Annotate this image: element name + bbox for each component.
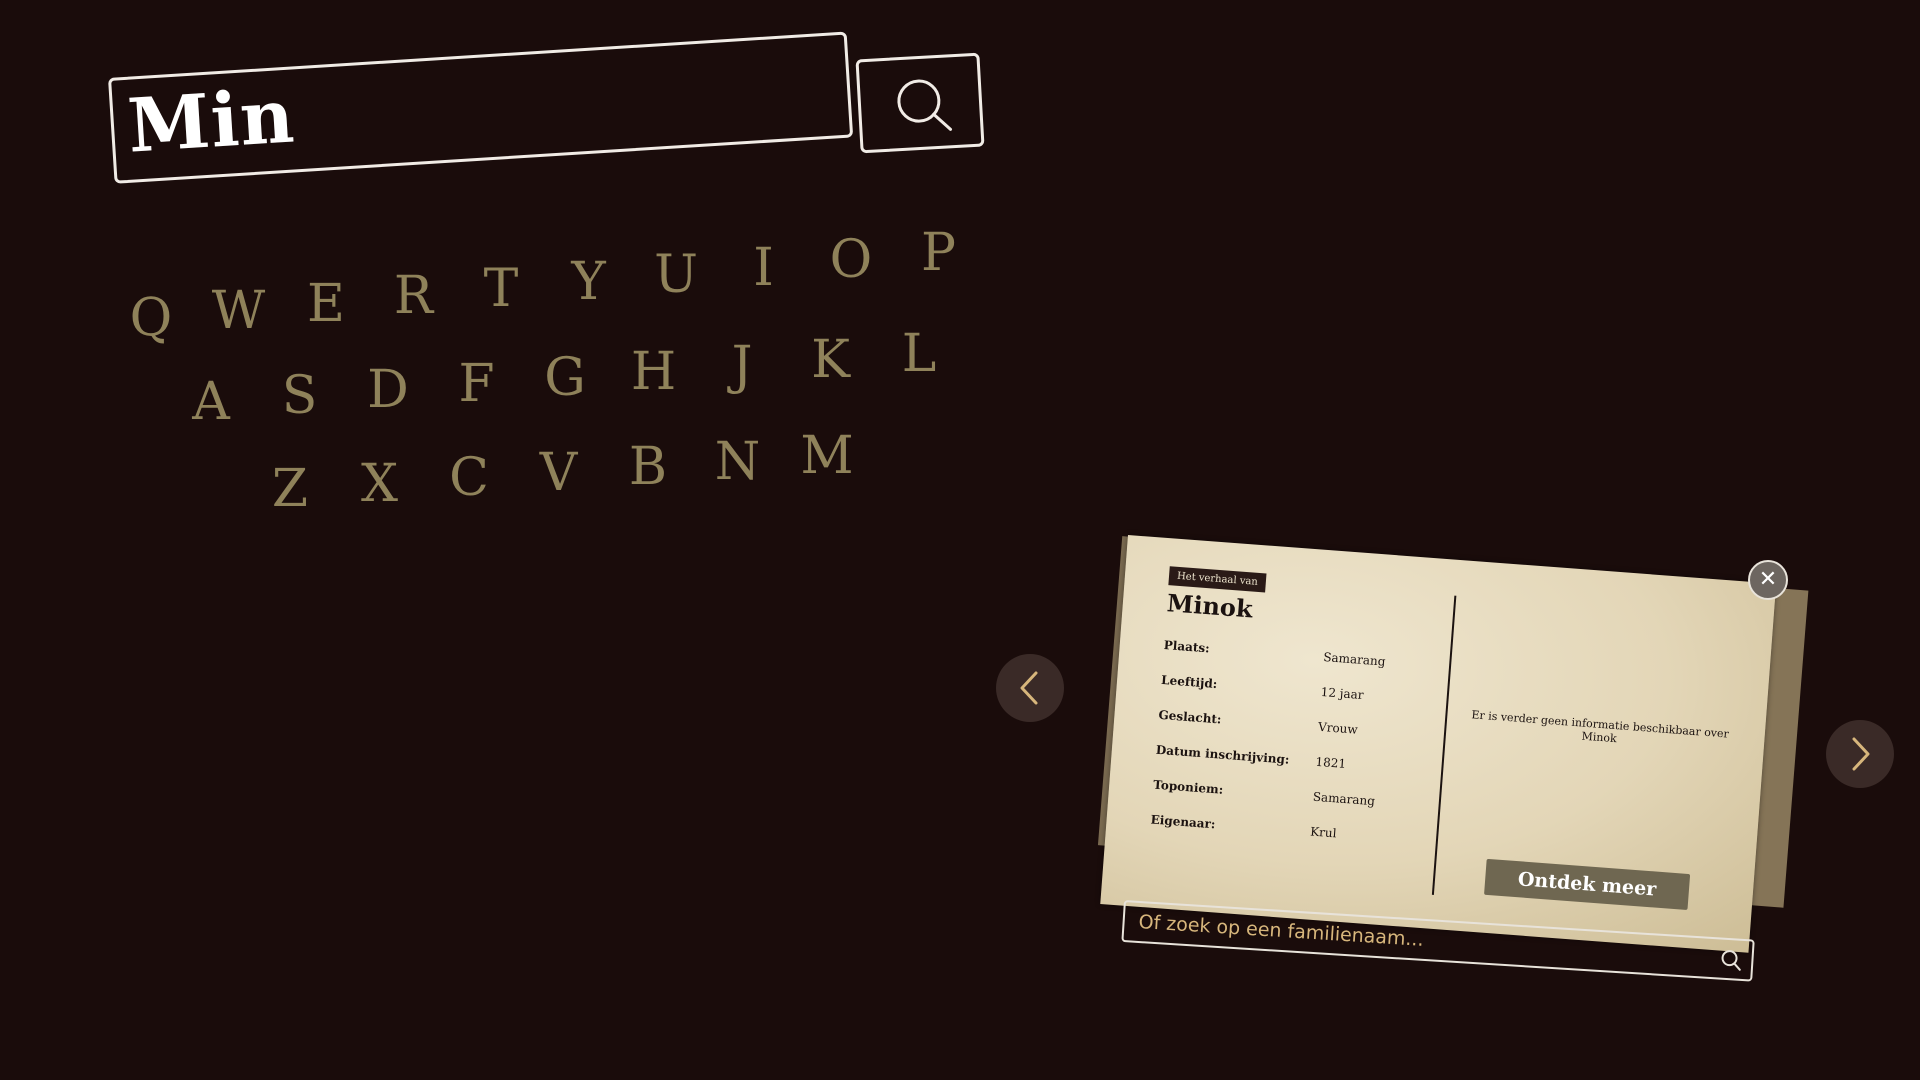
key-c[interactable]: C [434, 452, 504, 504]
family-search-placeholder: Of zoek op een familienaam... [1137, 910, 1425, 951]
previous-button[interactable] [996, 654, 1064, 722]
discover-more-button[interactable]: Ontdek meer [1484, 858, 1691, 911]
field-row-owner: Eigenaar: Krul [1150, 812, 1390, 841]
key-r[interactable]: R [379, 270, 449, 322]
field-row-registration-date: Datum inschrijving: 1821 [1155, 743, 1396, 771]
card-divider [1431, 595, 1457, 895]
key-x[interactable]: X [345, 458, 415, 510]
next-button[interactable] [1826, 720, 1894, 788]
key-m[interactable]: M [792, 430, 862, 482]
field-value: 12 jaar [1320, 684, 1365, 703]
key-q[interactable]: Q [116, 292, 186, 344]
key-f[interactable]: F [442, 358, 512, 410]
field-label: Toponiem: [1152, 777, 1224, 797]
field-label: Geslacht: [1158, 707, 1222, 727]
key-b[interactable]: B [613, 441, 683, 493]
key-t[interactable]: T [466, 263, 536, 315]
no-info-text: Er is verder geen informatie beschikbaar… [1470, 708, 1730, 745]
key-v[interactable]: V [524, 447, 594, 499]
key-a[interactable]: A [176, 376, 246, 428]
key-u[interactable]: U [641, 249, 711, 301]
field-value: 1821 [1315, 754, 1347, 771]
field-label: Datum inschrijving: [1155, 742, 1290, 767]
field-row-age: Leeftijd: 12 jaar [1160, 672, 1401, 702]
field-row-toponym: Toponiem: Samarang [1152, 777, 1393, 809]
key-z[interactable]: Z [255, 463, 325, 515]
key-d[interactable]: D [353, 364, 423, 416]
key-n[interactable]: N [703, 436, 773, 488]
search-input[interactable]: Min [108, 31, 854, 184]
close-icon[interactable]: ✕ [1748, 560, 1788, 600]
key-i[interactable]: I [729, 242, 799, 294]
key-k[interactable]: K [796, 334, 866, 386]
search-icon [897, 79, 953, 131]
key-j[interactable]: J [707, 340, 777, 392]
field-row-place: Plaats: Samarang [1163, 638, 1403, 669]
key-e[interactable]: E [291, 278, 361, 330]
person-name: Minok [1165, 588, 1254, 624]
search-icon [1721, 950, 1741, 971]
key-h[interactable]: H [619, 346, 689, 398]
story-card: Het verhaal van Minok Plaats: Samarang L… [1100, 535, 1777, 953]
key-w[interactable]: W [204, 285, 274, 337]
key-l[interactable]: L [884, 328, 954, 380]
chevron-left-icon [1020, 671, 1038, 705]
search-query-text: Min [125, 73, 298, 170]
search-button[interactable] [855, 52, 985, 154]
chevron-right-icon [1852, 737, 1870, 771]
field-value: Vrouw [1317, 719, 1359, 737]
field-value: Samarang [1322, 650, 1386, 669]
field-label: Plaats: [1163, 638, 1211, 656]
field-row-gender: Geslacht: Vrouw [1158, 707, 1398, 737]
field-value: Samarang [1312, 789, 1376, 809]
key-p[interactable]: P [904, 227, 974, 279]
key-y[interactable]: Y [554, 256, 624, 308]
key-o[interactable]: O [816, 234, 886, 286]
key-g[interactable]: G [530, 352, 600, 404]
field-value: Krul [1309, 824, 1338, 841]
field-label: Leeftijd: [1160, 672, 1218, 692]
field-label: Eigenaar: [1150, 812, 1216, 832]
key-s[interactable]: S [265, 370, 335, 422]
